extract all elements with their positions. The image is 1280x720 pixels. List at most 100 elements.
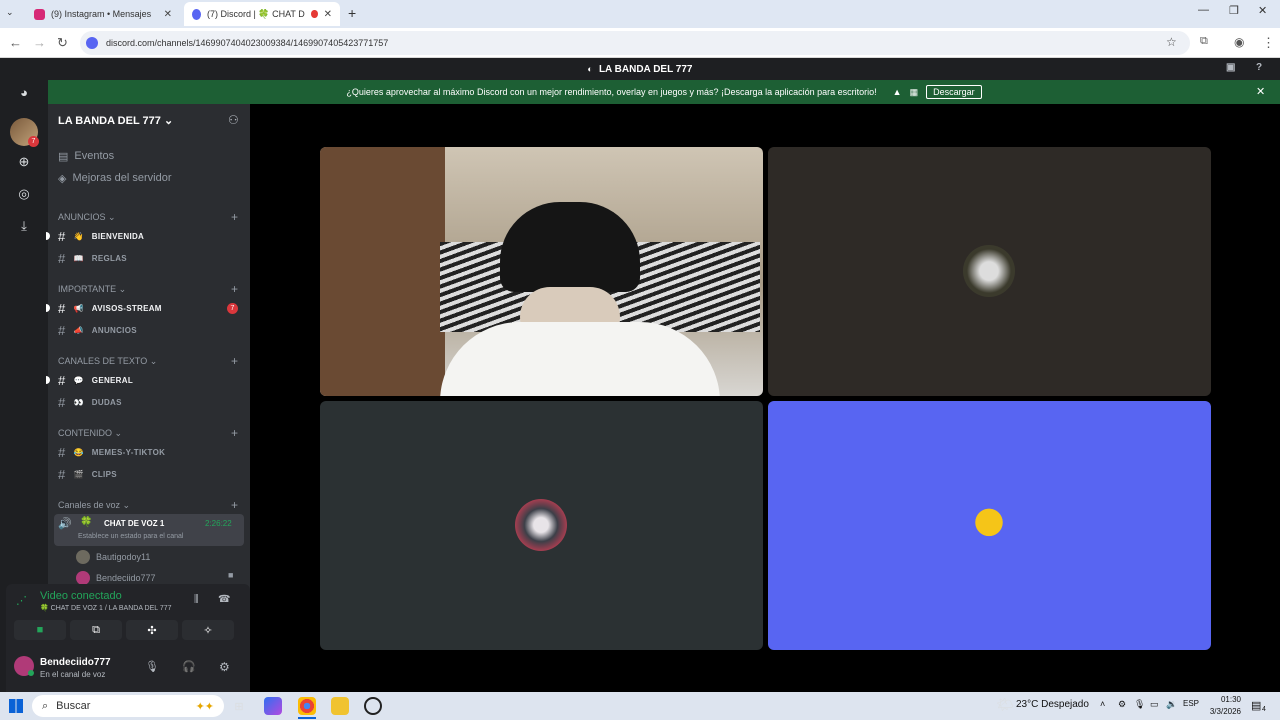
tray-chevron-icon[interactable]: ˄	[1100, 699, 1105, 709]
back-arrow-icon[interactable]: ←	[9, 35, 22, 50]
noise-suppression-icon[interactable]: ⫼	[194, 594, 199, 605]
channel-bienvenida[interactable]: # 👋 BIENVENIDA	[58, 226, 144, 246]
channel-status-hint[interactable]: Establece un estado para el canal	[78, 533, 183, 540]
category-anuncios[interactable]: ANUNCIOS ⌄	[58, 212, 116, 223]
discover-compass-icon[interactable]: ◎	[12, 182, 36, 206]
maximize-button[interactable]: ❐	[1229, 4, 1239, 17]
sidebar-item-events[interactable]: ▤ Eventos	[58, 147, 114, 165]
add-channel-icon[interactable]: +	[231, 282, 238, 296]
app-record-icon[interactable]	[364, 697, 382, 715]
category-label: CONTENIDO	[58, 428, 112, 438]
microphone-icon[interactable]: 🎙	[145, 660, 159, 673]
windows-taskbar: ⌕ Buscar ✦✦ ⊞ 🌤 23°C Despejado ˄ ⚙ 🎙 ▭ 🔉…	[0, 692, 1280, 720]
new-tab-button[interactable]: +	[348, 5, 356, 21]
tab-instagram[interactable]: (9) Instagram • Mensajes ✕	[26, 2, 180, 26]
chrome-icon[interactable]	[298, 697, 316, 715]
tab-discord[interactable]: (7) Discord | 🍀 CHAT DE VO ✕	[184, 2, 340, 26]
speaker-icon: 🔊	[58, 518, 72, 530]
download-button[interactable]: Descargar	[926, 85, 982, 99]
voice-channel-chat-de-voz-1[interactable]: 🔊 🍀 CHAT DE VOZ 1 2:26:22 Establece un e…	[54, 514, 244, 546]
tray-app-icon[interactable]: ⚙	[1118, 699, 1126, 710]
server-name-header[interactable]: LA BANDA DEL 777 ⌄	[58, 114, 173, 127]
channel-name: BIENVENIDA	[91, 231, 145, 241]
add-channel-icon[interactable]: +	[231, 354, 238, 368]
channel-name: MEMES-Y-TIKTOK	[91, 447, 166, 457]
add-channel-icon[interactable]: +	[231, 210, 238, 224]
tab-search-chevron-icon[interactable]: ⌄	[6, 7, 14, 18]
language-indicator[interactable]: ESP	[1183, 699, 1199, 708]
add-server-icon[interactable]: ⊕	[12, 150, 36, 174]
server-name: LA BANDA DEL 777	[58, 115, 161, 127]
headphones-icon[interactable]: 🎧	[182, 660, 196, 673]
forward-arrow-icon[interactable]: →	[33, 35, 46, 50]
category-canales-de-voz[interactable]: Canales de voz ⌄	[58, 500, 130, 511]
hash-icon: #	[58, 372, 66, 388]
site-info-icon[interactable]	[86, 37, 98, 49]
channel-memes-y-tiktok[interactable]: # 😂 MEMES-Y-TIKTOK	[58, 442, 165, 462]
add-channel-icon[interactable]: +	[231, 498, 238, 512]
avatar	[76, 571, 90, 585]
connection-status[interactable]: Video conectado	[40, 590, 122, 602]
inbox-icon[interactable]: ▣	[1226, 62, 1235, 73]
channel-avisos-stream[interactable]: # 📢 AVISOS-STREAM	[58, 298, 162, 318]
voice-user-name: Bendeciido777	[96, 573, 156, 583]
discord-home-icon[interactable]: ◕	[12, 80, 36, 104]
voice-user-bautigodoy11[interactable]: Bautigodoy11	[76, 548, 150, 566]
invite-people-icon[interactable]: ⚇	[228, 113, 239, 127]
close-banner-icon[interactable]: ✕	[1256, 85, 1265, 98]
channel-dudas[interactable]: # 👀 DUDAS	[58, 392, 122, 412]
add-channel-icon[interactable]: +	[231, 426, 238, 440]
notifications-icon[interactable]: ▤	[1251, 699, 1261, 712]
clock-date[interactable]: 3/3/2026	[1205, 707, 1241, 716]
connection-channel[interactable]: 🍀 CHAT DE VOZ 1 / LA BANDA DEL 777	[40, 604, 172, 612]
video-tile-camera[interactable]	[320, 147, 763, 396]
copilot-icon[interactable]	[264, 697, 282, 715]
profile-icon[interactable]: ◉	[1234, 35, 1244, 49]
user-tile-3[interactable]	[768, 401, 1211, 650]
close-window-button[interactable]: ✕	[1258, 4, 1267, 17]
server-icon: ◐	[587, 64, 593, 74]
taskbar-search[interactable]: ⌕ Buscar ✦✦	[32, 695, 224, 717]
network-icon[interactable]: ▭	[1150, 699, 1159, 710]
task-view-icon[interactable]: ⊞	[230, 697, 248, 715]
address-toolbar: ← → ↻ discord.com/channels/1469907404023…	[0, 28, 1280, 58]
clock-time[interactable]: 01:30	[1207, 695, 1241, 704]
channel-anuncios[interactable]: # 📣 ANUNCIOS	[58, 320, 137, 340]
windows-start-icon[interactable]	[9, 699, 23, 713]
url-bar[interactable]: discord.com/channels/1469907404023009384…	[80, 31, 1190, 55]
user-tile-2[interactable]	[320, 401, 763, 650]
channel-general[interactable]: # 💬 GENERAL	[58, 370, 133, 390]
reload-icon[interactable]: ↻	[57, 35, 68, 51]
menu-kebab-icon[interactable]: ⋮	[1262, 35, 1275, 51]
download-icon[interactable]: ⤓	[12, 214, 36, 238]
camera-icon: ■	[228, 570, 234, 580]
user-tile-1[interactable]	[768, 147, 1211, 396]
category-contenido[interactable]: CONTENIDO ⌄	[58, 428, 122, 439]
tab-close-icon[interactable]: ✕	[324, 9, 332, 20]
sidebar-item-boosts[interactable]: ◈ Mejoras del servidor	[58, 169, 172, 187]
tab-close-icon[interactable]: ✕	[164, 9, 172, 20]
extensions-icon[interactable]: ⧉	[1200, 35, 1208, 48]
hash-icon: #	[58, 300, 66, 316]
bookmark-star-icon[interactable]: ☆	[1166, 35, 1177, 49]
category-importante[interactable]: IMPORTANTE ⌄	[58, 284, 126, 295]
help-icon[interactable]: ?	[1256, 62, 1262, 73]
activities-icon: ✣	[147, 624, 157, 637]
settings-gear-icon[interactable]: ⚙	[219, 660, 230, 674]
camera-button[interactable]: ■	[14, 620, 66, 640]
disconnect-icon[interactable]: ☎	[218, 594, 230, 605]
user-name[interactable]: Bendeciido777	[40, 657, 111, 668]
weather-text[interactable]: 23°C Despejado	[1016, 699, 1089, 710]
minimize-button[interactable]: —	[1198, 4, 1209, 16]
activities-button[interactable]: ✣	[126, 620, 178, 640]
volume-icon[interactable]: 🔉	[1166, 699, 1177, 710]
screen-share-button[interactable]: ⧉	[70, 620, 122, 640]
channel-clips[interactable]: # 🎬 CLIPS	[58, 464, 117, 484]
channel-reglas[interactable]: # 📖 REGLAS	[58, 248, 127, 268]
tray-mic-icon[interactable]: 🎙	[1134, 699, 1145, 710]
file-explorer-icon[interactable]	[331, 697, 349, 715]
download-app-banner: ¿Quieres aprovechar al máximo Discord co…	[48, 80, 1280, 104]
channel-emoji: 😂	[73, 447, 84, 457]
category-canales-de-texto[interactable]: CANALES DE TEXTO ⌄	[58, 356, 157, 367]
soundboard-button[interactable]: ✧	[182, 620, 234, 640]
